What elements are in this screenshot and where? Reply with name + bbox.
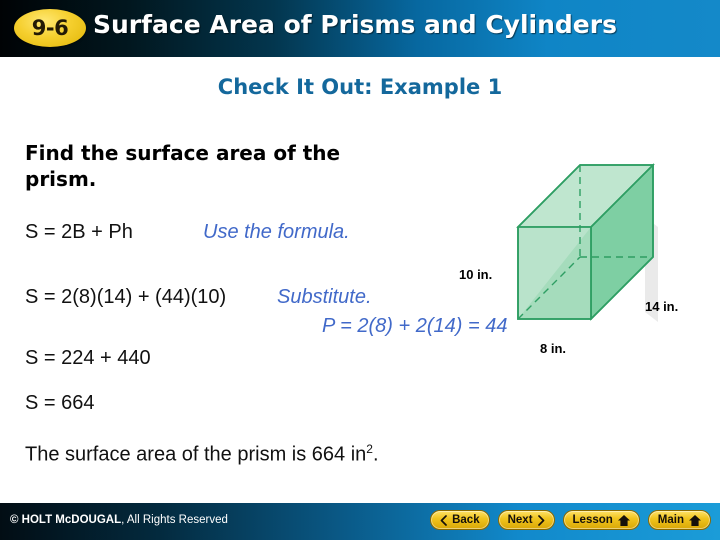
slide-content: Check It Out: Example 1 Find the surface…: [0, 57, 720, 497]
lesson-button[interactable]: Lesson: [562, 510, 640, 530]
chevron-right-icon: [537, 514, 545, 526]
copyright-brand: © HOLT McDOUGAL: [10, 514, 122, 526]
example-heading: Check It Out: Example 1: [217, 75, 503, 99]
dimension-label-depth: 14 in.: [645, 299, 679, 314]
rectangular-prism-figure: 10 in. 14 in. 8 in.: [440, 97, 720, 367]
solution-step-2-note: Substitute.: [277, 286, 372, 308]
solution-step-2-equation: S = 2(8)(14) + (44)(10): [25, 286, 227, 308]
dimension-label-width: 8 in.: [540, 341, 567, 356]
home-icon: [617, 514, 630, 526]
back-button-label: Back: [452, 514, 480, 526]
solution-step-3-equation: S = 224 + 440: [25, 347, 151, 369]
lesson-button-label: Lesson: [572, 514, 613, 526]
copyright-rights: , All Rights Reserved: [121, 514, 228, 526]
solution-step-4-equation: S = 664: [25, 392, 95, 414]
lesson-number-badge: 9-6: [14, 9, 86, 47]
conclusion-text: The surface area of the prism is 664 in: [25, 443, 367, 466]
navigation-buttons: Back Next Lesson Main: [430, 510, 711, 530]
back-button[interactable]: Back: [430, 510, 490, 530]
main-button-label: Main: [657, 514, 684, 526]
conclusion-exponent: 2: [366, 442, 373, 456]
solution-step-1-note: Use the formula.: [203, 221, 350, 243]
prism-drawing: [516, 163, 658, 322]
slide-header: 9-6 Surface Area of Prisms and Cylinders: [0, 0, 720, 57]
conclusion-sentence: The surface area of the prism is 664 in2…: [25, 442, 379, 467]
slide-footer: © HOLT McDOUGAL, All Rights Reserved Bac…: [0, 503, 720, 540]
dimension-label-height: 10 in.: [459, 267, 493, 282]
next-button-label: Next: [507, 514, 533, 526]
main-button[interactable]: Main: [647, 510, 711, 530]
solution-step-1-equation: S = 2B + Ph: [25, 221, 133, 243]
chevron-left-icon: [440, 514, 447, 526]
problem-prompt: Find the surface area of the prism.: [25, 141, 341, 191]
home-icon: [689, 514, 701, 526]
copyright-notice: © HOLT McDOUGAL, All Rights Reserved: [10, 514, 228, 526]
next-button[interactable]: Next: [497, 510, 555, 530]
conclusion-period: .: [372, 443, 379, 466]
page-title: Surface Area of Prisms and Cylinders: [93, 10, 617, 39]
lesson-number-label: 9-6: [31, 16, 69, 40]
